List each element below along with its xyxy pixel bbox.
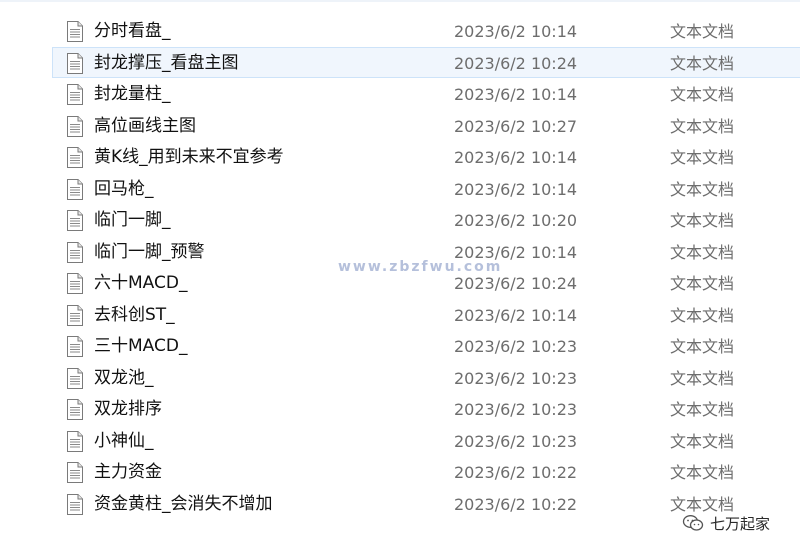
file-name: 黄K线_用到未来不宜参考 xyxy=(94,147,284,167)
text-document-icon xyxy=(66,115,84,137)
file-modified-date: 2023/6/2 10:24 xyxy=(454,53,578,73)
file-name: 临门一脚_ xyxy=(94,210,171,230)
file-type: 文本文档 xyxy=(670,305,735,325)
text-document-icon xyxy=(66,21,84,42)
file-row[interactable]: 六十MACD_ 2023/6/2 10:24 文本文档 xyxy=(0,267,800,299)
file-modified-date: 2023/6/2 10:22 xyxy=(454,494,578,514)
text-document-icon xyxy=(66,52,84,74)
text-document-icon xyxy=(66,493,84,515)
file-modified-date: 2023/6/2 10:23 xyxy=(454,431,578,451)
file-name: 临门一脚_预警 xyxy=(94,241,205,262)
file-type: 文本文档 xyxy=(670,463,735,482)
file-modified-date: 2023/6/2 10:14 xyxy=(454,85,578,104)
file-modified-date: 2023/6/2 10:14 xyxy=(454,22,578,41)
file-name: 去科创ST_ xyxy=(94,304,175,325)
file-row[interactable]: 临门一脚_预警 2023/6/2 10:14 文本文档 xyxy=(0,236,800,268)
text-document-icon xyxy=(66,430,84,452)
file-name: 分时看盘_ xyxy=(94,21,171,41)
file-modified-date: 2023/6/2 10:23 xyxy=(454,337,578,356)
text-document-icon xyxy=(66,399,84,420)
file-modified-date: 2023/6/2 10:14 xyxy=(454,242,578,262)
file-type: 文本文档 xyxy=(670,274,735,293)
file-name: 封龙量柱_ xyxy=(94,84,171,104)
file-row[interactable]: 双龙池_ 2023/6/2 10:23 文本文档 xyxy=(0,362,800,394)
file-modified-date: 2023/6/2 10:27 xyxy=(454,116,578,136)
file-row[interactable]: 小神仙_ 2023/6/2 10:23 文本文档 xyxy=(0,425,800,457)
file-name: 双龙池_ xyxy=(94,367,154,388)
file-row[interactable]: 三十MACD_ 2023/6/2 10:23 文本文档 xyxy=(0,330,800,362)
file-name: 回马枪_ xyxy=(94,178,154,199)
file-row[interactable]: 资金黄柱_会消失不增加 2023/6/2 10:22 文本文档 xyxy=(0,488,800,520)
text-document-icon xyxy=(66,210,84,231)
file-modified-date: 2023/6/2 10:23 xyxy=(454,400,578,419)
brand-badge: 七万起家 xyxy=(682,511,770,535)
file-type: 文本文档 xyxy=(670,53,735,73)
file-type: 文本文档 xyxy=(670,431,735,451)
file-type: 文本文档 xyxy=(670,148,735,167)
file-modified-date: 2023/6/2 10:23 xyxy=(454,368,578,388)
file-name: 主力资金 xyxy=(94,462,162,482)
file-list: 分时看盘_ 2023/6/2 10:14 文本文档 封龙撑压_看盘主图 2023/6/2… xyxy=(0,15,800,519)
file-modified-date: 2023/6/2 10:14 xyxy=(454,148,578,167)
text-document-icon xyxy=(66,178,84,200)
text-document-icon xyxy=(66,147,84,168)
file-name: 小神仙_ xyxy=(94,430,154,451)
file-modified-date: 2023/6/2 10:14 xyxy=(454,305,578,325)
file-name: 双龙排序 xyxy=(94,399,162,419)
text-document-icon xyxy=(66,367,84,389)
file-name: 高位画线主图 xyxy=(94,115,196,136)
file-row[interactable]: 回马枪_ 2023/6/2 10:14 文本文档 xyxy=(0,173,800,205)
file-row[interactable]: 高位画线主图 2023/6/2 10:27 文本文档 xyxy=(0,110,800,142)
file-row[interactable]: 双龙排序 2023/6/2 10:23 文本文档 xyxy=(0,393,800,425)
file-name: 封龙撑压_看盘主图 xyxy=(94,52,239,73)
text-document-icon xyxy=(66,273,84,294)
file-type: 文本文档 xyxy=(670,116,735,136)
file-type: 文本文档 xyxy=(670,242,735,262)
text-document-icon xyxy=(66,336,84,357)
file-name: 资金黄柱_会消失不增加 xyxy=(94,493,273,514)
text-document-icon xyxy=(66,241,84,263)
text-document-icon xyxy=(66,84,84,105)
file-row[interactable]: 黄K线_用到未来不宜参考 2023/6/2 10:14 文本文档 xyxy=(0,141,800,173)
file-row[interactable]: 临门一脚_ 2023/6/2 10:20 文本文档 xyxy=(0,204,800,236)
file-row[interactable]: 封龙量柱_ 2023/6/2 10:14 文本文档 xyxy=(0,78,800,110)
file-type: 文本文档 xyxy=(670,85,735,104)
file-row[interactable]: 主力资金 2023/6/2 10:22 文本文档 xyxy=(0,456,800,488)
file-modified-date: 2023/6/2 10:24 xyxy=(454,274,578,293)
file-row[interactable]: 分时看盘_ 2023/6/2 10:14 文本文档 xyxy=(0,15,800,47)
file-type: 文本文档 xyxy=(670,337,735,356)
file-type: 文本文档 xyxy=(670,368,735,388)
file-type: 文本文档 xyxy=(670,22,735,41)
file-type: 文本文档 xyxy=(670,179,735,199)
file-row[interactable]: 去科创ST_ 2023/6/2 10:14 文本文档 xyxy=(0,299,800,331)
file-type: 文本文档 xyxy=(670,211,735,230)
text-document-icon xyxy=(66,462,84,483)
file-modified-date: 2023/6/2 10:20 xyxy=(454,211,578,230)
file-name: 三十MACD_ xyxy=(94,336,188,356)
text-document-icon xyxy=(66,304,84,326)
file-explorer-window: 分时看盘_ 2023/6/2 10:14 文本文档 封龙撑压_看盘主图 2023/6/2… xyxy=(0,0,800,537)
top-divider xyxy=(0,0,800,2)
wechat-official-account-icon xyxy=(682,515,704,531)
file-modified-date: 2023/6/2 10:22 xyxy=(454,463,578,482)
file-type: 文本文档 xyxy=(670,400,735,419)
file-modified-date: 2023/6/2 10:14 xyxy=(454,179,578,199)
file-name: 六十MACD_ xyxy=(94,273,188,293)
file-row[interactable]: 封龙撑压_看盘主图 2023/6/2 10:24 文本文档 xyxy=(52,46,800,78)
brand-label: 七万起家 xyxy=(710,514,771,533)
